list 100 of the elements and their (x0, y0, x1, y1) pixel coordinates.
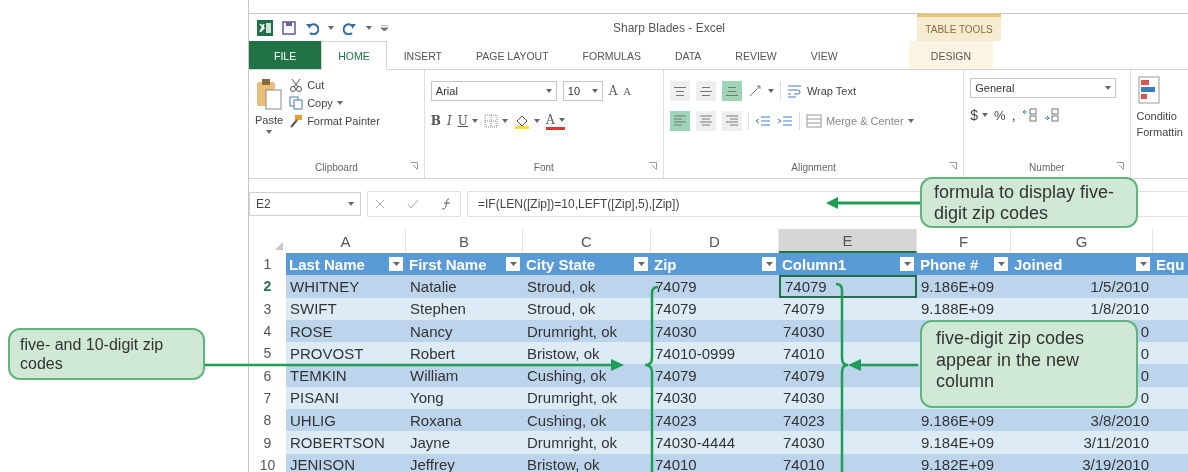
ribbon-tab[interactable]: VIEW (793, 41, 855, 69)
align-icon (672, 114, 687, 128)
filter-button[interactable] (994, 257, 1008, 272)
table-cell: Natalie (406, 275, 523, 298)
filter-button[interactable] (900, 257, 914, 272)
ribbon-tab[interactable]: DATA (657, 41, 719, 69)
copy-icon (289, 96, 304, 110)
align-button[interactable] (669, 81, 690, 101)
font-name-field[interactable]: Arial (430, 81, 557, 101)
percent-button[interactable]: % (994, 107, 1006, 123)
currency-button[interactable]: $ (970, 107, 989, 123)
ribbon-tab[interactable]: DESIGN (909, 41, 993, 69)
caret-icon[interactable] (533, 119, 540, 123)
decrease-decimal-icon[interactable] (1043, 108, 1060, 122)
orientation-button[interactable] (747, 84, 774, 98)
ribbon-tab[interactable]: HOME (321, 41, 387, 70)
table-cell: 9.184E+09 (917, 431, 1011, 454)
dialog-launcher-icon[interactable] (949, 162, 958, 170)
format-painter-button[interactable]: Format Painter (289, 114, 380, 128)
merge-center-button[interactable]: Merge & Center (805, 114, 914, 128)
font-color-button[interactable]: A (545, 112, 565, 130)
cut-button[interactable]: Cut (289, 78, 380, 92)
caret-icon[interactable] (366, 25, 372, 30)
align-button[interactable] (695, 81, 716, 101)
filter-button[interactable] (634, 257, 648, 272)
name-box[interactable]: E2 (249, 192, 361, 216)
table-cell: 1/8/2010 (1011, 297, 1153, 320)
caret-icon[interactable] (336, 101, 343, 105)
dialog-launcher-icon[interactable] (409, 162, 418, 170)
caret-icon[interactable] (591, 89, 598, 93)
undo-icon[interactable] (305, 20, 319, 35)
column-header: Equ (1153, 253, 1188, 276)
callout: formula to display five-digit zip codes (920, 177, 1138, 229)
comma-button[interactable]: , (1011, 107, 1016, 123)
caret-icon[interactable] (545, 89, 552, 93)
column-letter[interactable]: E (779, 229, 917, 253)
redo-icon[interactable] (343, 20, 357, 35)
paste-button[interactable]: Paste (255, 78, 284, 156)
italic-button[interactable]: I (447, 114, 452, 128)
table-cell: Roxana (406, 409, 523, 432)
table-cell (1153, 342, 1188, 365)
font-size-field[interactable]: 10 (562, 81, 603, 101)
copy-button[interactable]: Copy (289, 96, 380, 110)
caret-icon[interactable] (501, 119, 508, 123)
table-cell: 74010 (779, 342, 917, 365)
wrap-text-button[interactable]: Wrap Text (786, 84, 857, 98)
decrease-font-size-button[interactable]: A (623, 85, 631, 97)
table-cell (1153, 364, 1188, 387)
filter-button[interactable] (1136, 257, 1150, 272)
indent-icon (754, 114, 771, 128)
insert-function-icon[interactable] (441, 198, 453, 210)
caret-icon[interactable] (348, 202, 354, 206)
caret-icon[interactable] (558, 117, 565, 122)
indent-icon (776, 114, 793, 128)
caret-icon[interactable] (982, 113, 989, 117)
filter-button[interactable] (762, 257, 776, 272)
table-cell: Jayne (406, 431, 523, 454)
increase-decimal-icon[interactable] (1021, 108, 1038, 122)
table-cell: Cushing, ok (523, 364, 651, 387)
caret-icon[interactable] (328, 25, 334, 30)
conditional-formatting-button[interactable]: Conditio Formattin (1136, 70, 1183, 138)
customize-icon[interactable] (381, 24, 388, 31)
scissors-icon (289, 78, 304, 92)
filter-button[interactable] (506, 257, 520, 272)
fill-color-button[interactable] (513, 113, 540, 129)
borders-button[interactable] (483, 114, 508, 128)
save-icon[interactable] (282, 20, 296, 35)
table-cell: 74079 (651, 364, 779, 387)
ribbon-tab[interactable]: PAGE LAYOUT (459, 41, 566, 69)
table-cell: 74079 (779, 364, 917, 387)
table-cell: Drumright, ok (523, 386, 651, 410)
align-button[interactable] (721, 81, 742, 101)
table-cell: 3/11/2010 (1011, 431, 1153, 454)
caret-icon (1139, 262, 1147, 267)
table-cell: 74079 (779, 297, 917, 320)
table-cell: Stephen (406, 297, 523, 320)
underline-button[interactable]: U (457, 114, 478, 128)
ribbon-tab[interactable]: REVIEW (718, 41, 794, 69)
caret-icon (765, 262, 773, 267)
table-cell: Stroud, ok (523, 275, 651, 298)
dialog-launcher-icon[interactable] (1115, 162, 1124, 170)
caret-icon[interactable] (767, 89, 774, 93)
ribbon-tab[interactable]: FILE (249, 41, 322, 69)
ribbon-tab[interactable]: FORMULAS (565, 41, 658, 69)
filter-button[interactable] (389, 257, 403, 272)
caret-icon[interactable] (471, 119, 478, 123)
caret-icon[interactable] (1105, 86, 1112, 90)
table-cell (1153, 319, 1188, 343)
table-cell: 3/8/2010 (1011, 409, 1153, 432)
ribbon-tab[interactable]: INSERT (386, 41, 459, 69)
number-format-field[interactable]: General (970, 78, 1117, 98)
bold-button[interactable]: B (430, 114, 441, 128)
dialog-launcher-icon[interactable] (648, 162, 657, 170)
table-cell: 9.186E+09 (917, 409, 1011, 432)
align-button[interactable] (669, 111, 690, 131)
caret-icon[interactable] (907, 119, 914, 123)
caret-icon[interactable] (266, 130, 273, 134)
increase-font-size-button[interactable]: A (608, 84, 618, 98)
align-icon (699, 86, 712, 96)
excel-icon[interactable] (257, 19, 273, 36)
